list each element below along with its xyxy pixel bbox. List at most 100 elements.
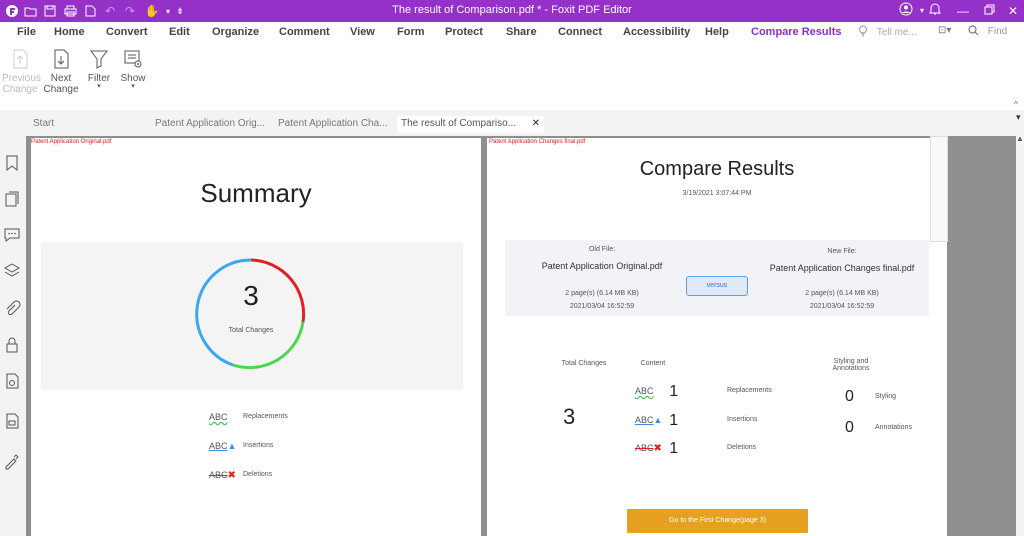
menu-convert[interactable]: Convert (106, 26, 148, 38)
title-bar: ↶ ↷ ✋ ▾ ⇟ The result of Comparison.pdf *… (0, 0, 1024, 22)
content-heading: Content (640, 360, 666, 367)
menu-compare-results[interactable]: Compare Results (751, 26, 841, 38)
next-change-button[interactable]: Next Change (43, 48, 79, 95)
styling-label: Styling (875, 393, 897, 400)
filter-icon (90, 50, 108, 69)
deletion-sample: ABC✖ (635, 443, 667, 454)
show-dropdown-icon: ▾ (131, 83, 135, 90)
annotations-label: Annotations (875, 424, 912, 431)
menu-home[interactable]: Home (54, 26, 85, 38)
previous-change-button[interactable]: Previous Change (2, 48, 41, 95)
menu-protect[interactable]: Protect (445, 26, 483, 38)
compare-date: 3/19/2021 3:07:44 PM (682, 190, 752, 197)
menu-help[interactable]: Help (705, 26, 729, 38)
lightbulb-icon (859, 25, 867, 37)
menu-form[interactable]: Form (397, 26, 425, 38)
bell-icon[interactable] (926, 2, 944, 20)
close-tab-icon[interactable]: ✕ (532, 116, 540, 132)
security-lock-icon[interactable] (3, 336, 21, 354)
delete-x-icon: ✖ (227, 470, 236, 481)
total-changes-heading: Total Changes (561, 360, 607, 367)
legend-deletions: ABC✖ Deletions (209, 470, 272, 481)
minimize-icon[interactable]: — (954, 2, 972, 20)
layers-icon[interactable] (3, 262, 21, 280)
legend-insertions: ABC▲ Insertions (209, 441, 273, 451)
compare-results-page: Patent Application Changes final.pdf Com… (487, 138, 947, 536)
tab-scroll-icon[interactable]: ▾ (1016, 112, 1021, 123)
deletions-label: Deletions (727, 444, 757, 451)
pages-icon[interactable] (3, 190, 21, 208)
deletions-label: Deletions (243, 471, 273, 478)
collapse-ribbon-icon[interactable]: ^ (1014, 100, 1018, 109)
edit-tools-icon[interactable] (3, 452, 21, 470)
restore-icon[interactable] (980, 2, 998, 20)
close-window-icon[interactable]: ✕ (1004, 2, 1022, 20)
search-options-icon[interactable]: ⊡▾ (938, 25, 951, 36)
tab-original-label: Patent Application Orig... (155, 118, 266, 129)
vertical-scrollbar-thumb[interactable] (930, 136, 948, 242)
summary-page: Patent Application Original.pdf Summary … (31, 138, 481, 536)
total-changes-label: Total Changes (228, 327, 274, 334)
bookmark-icon[interactable] (3, 154, 21, 172)
menu-share[interactable]: Share (506, 26, 537, 38)
replacements-count: 1 (669, 383, 679, 400)
annotations-row: 0 Annotations (845, 419, 912, 437)
tab-changes[interactable]: Patent Application Cha... (274, 116, 396, 133)
new-file-info: New File: Patent Application Changes fin… (759, 248, 925, 310)
old-file-name: Patent Application Original.pdf (541, 261, 663, 271)
replacement-sample: ABC (209, 412, 243, 422)
deletion-sample: ABC✖ (209, 470, 243, 481)
insertions-label: Insertions (727, 416, 758, 423)
summary-title: Summary (200, 178, 312, 208)
next-change-label: Next (50, 73, 72, 84)
changes-file-label: Patent Application Changes final.pdf (489, 139, 586, 145)
menu-organize[interactable]: Organize (212, 26, 259, 38)
insert-caret-icon: ▲ (227, 441, 237, 451)
old-file-pages: 2 page(s) (6.14 MB KB) (565, 290, 639, 297)
replacement-abc: ABC (635, 386, 654, 396)
ring-segment-insertion (195, 258, 252, 367)
menu-file[interactable]: File (17, 26, 36, 38)
menu-comment[interactable]: Comment (279, 26, 330, 38)
insert-caret-icon: ▲ (653, 415, 663, 425)
show-icon (124, 50, 142, 68)
insertion-sample: ABC▲ (635, 415, 667, 425)
attachment-icon[interactable] (3, 300, 21, 318)
tab-start-label: Start (33, 118, 55, 129)
total-changes-count: 3 (243, 280, 259, 311)
delete-x-icon: ✖ (653, 443, 662, 454)
comments-icon[interactable] (3, 226, 21, 244)
find-input[interactable]: Find (968, 25, 1024, 41)
left-panel (0, 134, 26, 536)
old-file-info: Old File: Patent Application Original.pd… (527, 246, 677, 310)
tab-changes-label: Patent Application Cha... (278, 118, 388, 129)
next-change-label-2: Change (43, 84, 79, 95)
menu-view[interactable]: View (350, 26, 375, 38)
tab-start[interactable]: Start (29, 116, 147, 133)
tab-original[interactable]: Patent Application Orig... (151, 116, 273, 133)
new-file-date: 2021/03/04 16:52:59 (809, 303, 875, 310)
menu-connect[interactable]: Connect (558, 26, 602, 38)
show-button[interactable]: Show ▾ (118, 48, 148, 90)
insertions-count: 1 (669, 412, 679, 429)
window-title: The result of Comparison.pdf * - Foxit P… (392, 4, 632, 16)
previous-change-label-2: Change (2, 84, 38, 95)
menu-accessibility[interactable]: Accessibility (623, 26, 690, 38)
styling-row: 0 Styling (845, 388, 896, 406)
menu-edit[interactable]: Edit (169, 26, 190, 38)
signature-panel-icon[interactable] (3, 372, 21, 390)
document-tabs: Start Patent Application Orig... Patent … (0, 116, 1024, 134)
search-icon (968, 25, 979, 36)
original-file-label: Patent Application Original.pdf (31, 139, 112, 145)
tell-me-search[interactable]: Tell me... (858, 25, 928, 41)
previous-change-icon (13, 49, 28, 69)
go-to-first-change-button[interactable]: Go to the First Change(page 3) (627, 509, 808, 533)
replacements-label: Replacements (243, 413, 288, 420)
deletion-abc: ABC (209, 470, 228, 480)
document-properties-icon[interactable] (3, 412, 21, 430)
filter-button[interactable]: Filter ▾ (84, 48, 114, 90)
scroll-up-icon[interactable]: ▲ (1016, 134, 1024, 143)
next-change-icon (54, 49, 69, 69)
tab-comparison-result[interactable]: The result of Compariso... ✕ (397, 116, 544, 133)
legend-replacements: ABC Replacements (209, 412, 288, 422)
